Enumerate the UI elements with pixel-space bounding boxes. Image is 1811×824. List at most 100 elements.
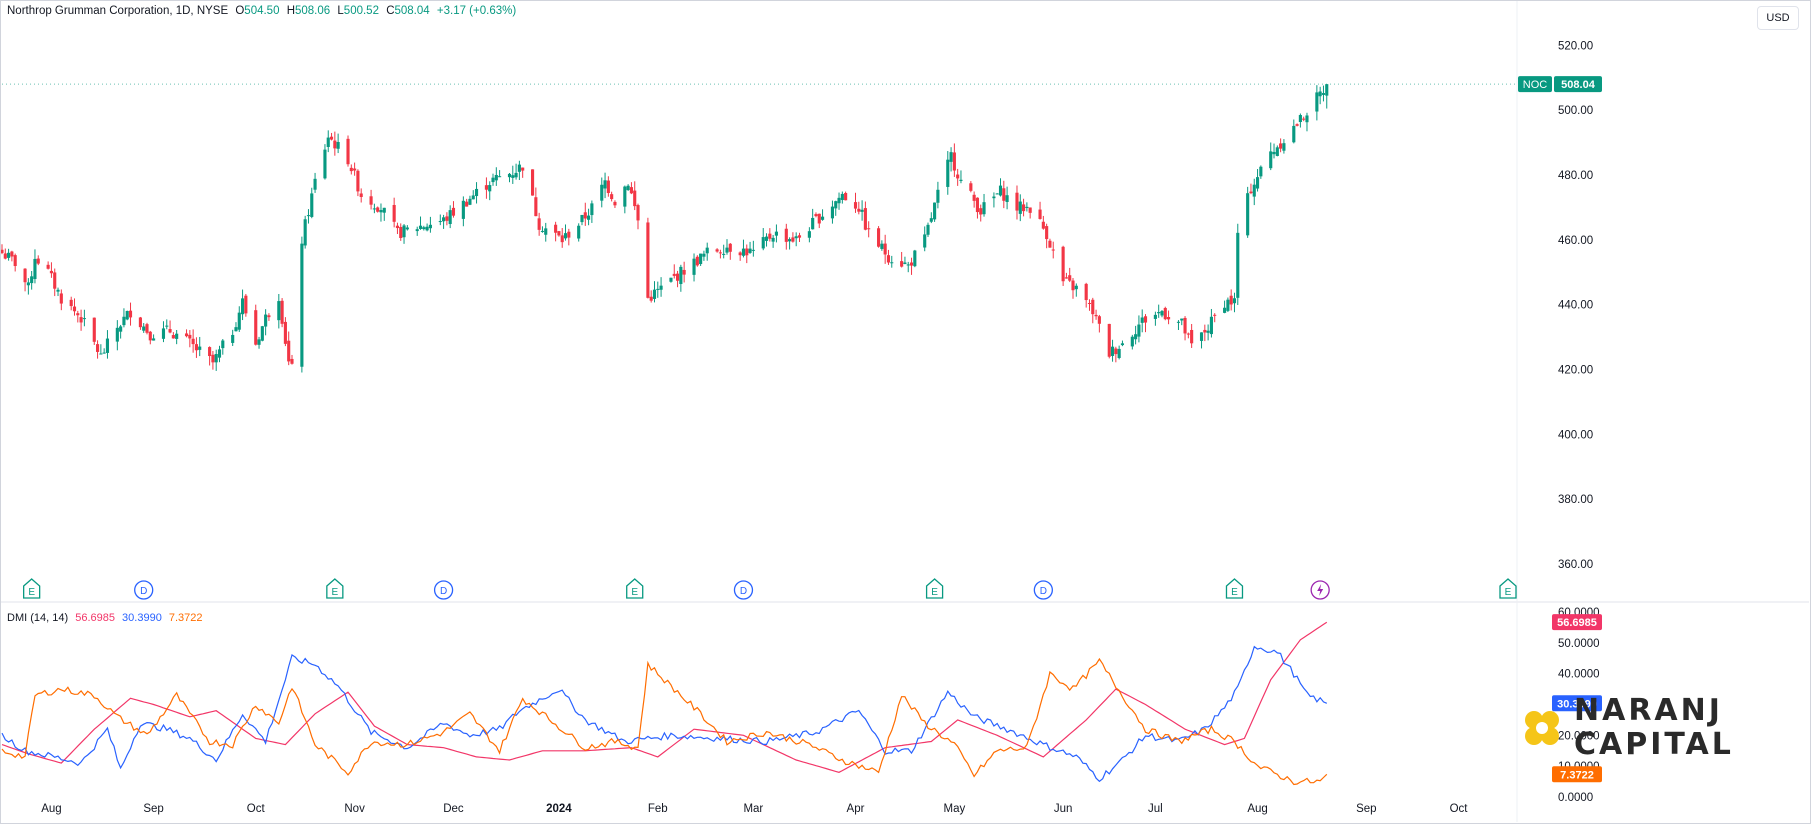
candle-body [722, 253, 726, 255]
candle-body [863, 208, 867, 230]
dividend-marker[interactable]: D [433, 580, 454, 600]
candle-body [880, 243, 884, 249]
candle-body [1048, 240, 1052, 248]
candle-body [764, 236, 769, 241]
candle-body [310, 193, 314, 217]
candle-body [992, 196, 996, 199]
date-tick-label: Apr [847, 803, 865, 815]
dividend-marker[interactable]: D [733, 580, 754, 600]
candle-body [646, 222, 650, 298]
candle-body [1160, 311, 1164, 316]
candle-body [290, 358, 294, 364]
candle-body [300, 243, 304, 367]
dividend-marker[interactable]: D [1033, 580, 1053, 600]
candle-body [234, 327, 238, 332]
candle-body [1203, 329, 1207, 333]
candle-body [1252, 184, 1256, 197]
candle-body [488, 185, 492, 192]
earnings-marker[interactable]: E [1225, 578, 1244, 599]
candle-body [830, 206, 835, 219]
candle-body [498, 176, 502, 178]
candle-body [1186, 333, 1190, 335]
svg-text:D: D [740, 586, 747, 597]
candle-body [1315, 92, 1319, 112]
candle-body [1091, 299, 1095, 315]
events-layer: EDEDEDEDEE [23, 578, 1517, 600]
candle-body [797, 235, 802, 238]
candle-body [382, 207, 386, 213]
candle-body [860, 209, 864, 212]
earnings-marker[interactable]: E [626, 578, 644, 599]
candle-body [1134, 334, 1138, 340]
candle-body [725, 247, 729, 253]
candle-body [1249, 191, 1253, 194]
candle-body [184, 333, 189, 337]
earnings-marker[interactable]: E [23, 578, 41, 599]
candle-body [913, 250, 917, 267]
candle-body [1068, 275, 1072, 281]
candle-body [1279, 143, 1283, 149]
candle-body [79, 317, 83, 323]
candle-body [514, 172, 518, 178]
candle-body [1325, 84, 1329, 96]
candle-body [395, 225, 400, 229]
candle-body [287, 340, 291, 362]
candle-body [718, 252, 722, 254]
candle-body [652, 289, 657, 299]
price-tick-label: 360.00 [1558, 559, 1593, 571]
candle-body [982, 202, 986, 215]
candle-body [794, 236, 798, 239]
candle-body [254, 310, 258, 345]
candle-body [695, 256, 699, 266]
candle-body [738, 252, 742, 256]
candle-body [751, 249, 755, 251]
candle-body [152, 338, 156, 341]
candle-body [1183, 317, 1187, 334]
candle-body [1038, 209, 1042, 219]
candle-body [1025, 206, 1029, 208]
candle-body [610, 194, 614, 200]
candle-body [303, 219, 307, 246]
candle-body [807, 231, 811, 238]
candle-body [1005, 195, 1009, 202]
candle-body [995, 193, 999, 195]
candle-body [682, 269, 686, 275]
candle-body [56, 289, 60, 292]
candle-body [969, 183, 973, 191]
dividend-marker[interactable]: D [134, 580, 154, 600]
candle-body [175, 333, 179, 339]
candle-body [669, 277, 673, 282]
candle-body [448, 210, 452, 225]
candle-body [336, 141, 340, 149]
candle-body [933, 202, 937, 220]
candle-body [959, 179, 963, 181]
candle-body [10, 251, 14, 257]
candle-body [560, 235, 564, 243]
minus-di-line-tag-label: 7.3722 [1560, 769, 1594, 781]
candle-body [1153, 314, 1157, 319]
earnings-marker[interactable]: E [1499, 578, 1517, 599]
price-tick-label: 400.00 [1558, 429, 1593, 441]
minus-di-line [1, 657, 1328, 786]
svg-text:E: E [28, 587, 35, 598]
candle-body [998, 185, 1003, 196]
candle-body [844, 192, 848, 201]
candle-body [853, 202, 858, 209]
candle-body [267, 315, 271, 318]
candle-body [399, 226, 403, 238]
earnings-marker[interactable]: E [925, 578, 944, 599]
candle-body [623, 186, 627, 207]
currency-button[interactable]: USD [1757, 6, 1799, 30]
candle-body [600, 184, 604, 201]
svg-text:E: E [1231, 587, 1238, 598]
candle-body [0, 249, 4, 253]
candle-body [1199, 332, 1204, 341]
candle-body [577, 225, 581, 239]
logo-line-1: NARANJ [1574, 693, 1723, 728]
candle-body [820, 216, 825, 220]
split-marker[interactable] [1310, 580, 1330, 600]
candle-body [936, 189, 940, 203]
close-value: 508.04 [394, 5, 430, 17]
earnings-marker[interactable]: E [326, 578, 344, 599]
candle-body [699, 253, 703, 265]
